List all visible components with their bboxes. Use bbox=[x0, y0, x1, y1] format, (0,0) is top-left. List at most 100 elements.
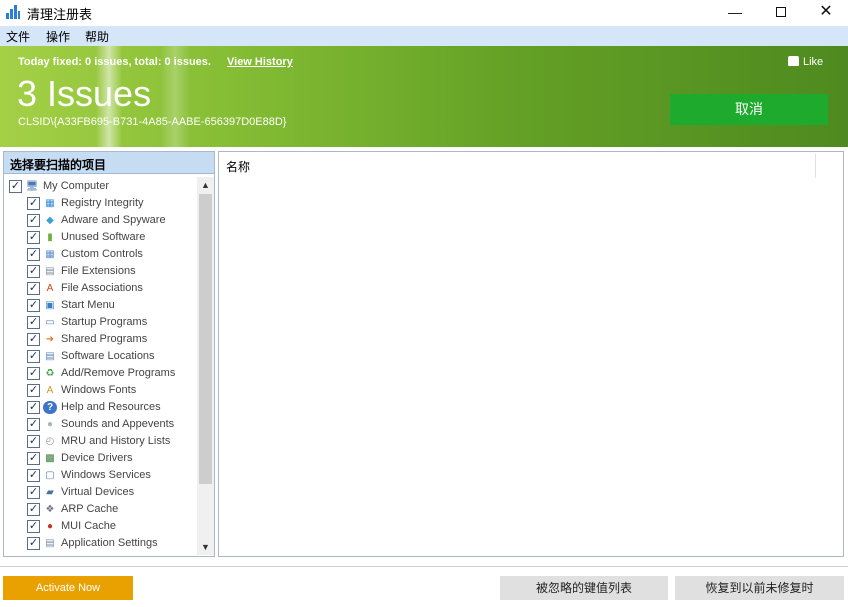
item-checkbox[interactable]: ✓ bbox=[27, 265, 40, 278]
item-checkbox[interactable]: ✓ bbox=[27, 248, 40, 261]
tree-scrollbar[interactable]: ▲ ▼ bbox=[197, 177, 214, 555]
scan-items-title: 选择要扫描的项目 bbox=[10, 156, 106, 173]
recycle-icon: ♻ bbox=[43, 367, 57, 380]
tree-item[interactable]: ✓◆Adware and Spyware bbox=[4, 212, 196, 229]
scroll-thumb[interactable] bbox=[199, 194, 212, 484]
settings-icon: ▤ bbox=[43, 537, 57, 550]
item-checkbox[interactable]: ✓ bbox=[27, 520, 40, 533]
item-checkbox[interactable]: ✓ bbox=[27, 469, 40, 482]
driver-icon: ▩ bbox=[43, 452, 57, 465]
tree-item[interactable]: ✓◴MRU and History Lists bbox=[4, 433, 196, 450]
results-list[interactable]: 名称 bbox=[218, 151, 844, 557]
tree-item-label: Custom Controls bbox=[61, 248, 143, 260]
menu-file[interactable]: 文件 bbox=[6, 28, 30, 45]
tree-item[interactable]: ✓▤ File Extensions bbox=[4, 263, 196, 280]
footer-divider bbox=[0, 566, 848, 567]
title-bar: 清理注册表 — ✕ bbox=[0, 0, 848, 26]
item-checkbox[interactable]: ✓ bbox=[27, 231, 40, 244]
tree-item-label: Registry Integrity bbox=[61, 197, 144, 209]
tree-item-label: Adware and Spyware bbox=[61, 214, 166, 226]
item-checkbox[interactable]: ✓ bbox=[27, 486, 40, 499]
tree-item[interactable]: ✓▤ Software Locations bbox=[4, 348, 196, 365]
today-fixed-text: Today fixed: 0 issues, total: 0 issues. bbox=[18, 56, 211, 68]
scroll-up-arrow-icon[interactable]: ▲ bbox=[197, 177, 214, 193]
font-icon: A bbox=[43, 384, 57, 397]
like-button[interactable]: Like bbox=[788, 56, 823, 68]
tree-item-label: Virtual Devices bbox=[61, 486, 134, 498]
tree-item-label: Start Menu bbox=[61, 299, 115, 311]
tree-item-label: Shared Programs bbox=[61, 333, 147, 345]
tree-item[interactable]: ✓●Sounds and Appevents bbox=[4, 416, 196, 433]
cancel-button[interactable]: 取消 bbox=[670, 94, 828, 125]
tree-item[interactable]: ✓●MUI Cache bbox=[4, 518, 196, 535]
help-icon: ? bbox=[43, 401, 57, 414]
current-key-text: CLSID\{A33FB695-B731-4A85-AABE-656397D0E… bbox=[18, 116, 286, 128]
activate-now-button[interactable]: Activate Now bbox=[3, 576, 133, 600]
tree-item[interactable]: ✓▢ Windows Services bbox=[4, 467, 196, 484]
tree-item-label: Device Drivers bbox=[61, 452, 133, 464]
item-checkbox[interactable]: ✓ bbox=[27, 214, 40, 227]
scan-items-tree[interactable]: ✓🖥My Computer✓▦Registry Integrity✓◆Adwar… bbox=[4, 178, 198, 553]
tree-root-my-computer[interactable]: ✓🖥My Computer bbox=[4, 178, 196, 195]
issues-count-heading: 3 Issues bbox=[17, 73, 151, 115]
tree-item-label: Windows Services bbox=[61, 469, 151, 481]
tree-item[interactable]: ✓▩ Device Drivers bbox=[4, 450, 196, 467]
services-icon: ▢ bbox=[43, 469, 57, 482]
tree-item[interactable]: ✓➜ Shared Programs bbox=[4, 331, 196, 348]
item-checkbox[interactable]: ✓ bbox=[27, 367, 40, 380]
item-checkbox[interactable]: ✓ bbox=[27, 503, 40, 516]
item-checkbox[interactable]: ✓ bbox=[9, 180, 22, 193]
window-icon: ▣ bbox=[43, 299, 57, 312]
item-checkbox[interactable]: ✓ bbox=[27, 384, 40, 397]
window-title: 清理注册表 bbox=[27, 4, 92, 23]
item-checkbox[interactable]: ✓ bbox=[27, 197, 40, 210]
tree-item[interactable]: ✓♻Add/Remove Programs bbox=[4, 365, 196, 382]
share-icon: ➜ bbox=[43, 333, 57, 346]
name-column-header[interactable]: 名称 bbox=[226, 158, 250, 175]
tree-item[interactable]: ✓▮Unused Software bbox=[4, 229, 196, 246]
restore-button[interactable]: 恢复到以前未修复时 bbox=[675, 576, 844, 600]
scan-items-panel: 选择要扫描的项目 ✓🖥My Computer✓▦Registry Integri… bbox=[3, 151, 215, 557]
tree-item-label: Help and Resources bbox=[61, 401, 161, 413]
item-checkbox[interactable]: ✓ bbox=[27, 452, 40, 465]
tree-item[interactable]: ✓? Help and Resources bbox=[4, 399, 196, 416]
tree-item[interactable]: ✓A Windows Fonts bbox=[4, 382, 196, 399]
tree-item-label: ARP Cache bbox=[61, 503, 118, 515]
maximize-button[interactable] bbox=[758, 0, 804, 26]
tree-item-label: Windows Fonts bbox=[61, 384, 136, 396]
tree-item[interactable]: ✓AFile Associations bbox=[4, 280, 196, 297]
item-checkbox[interactable]: ✓ bbox=[27, 316, 40, 329]
view-history-link[interactable]: View History bbox=[227, 56, 293, 68]
ignored-keys-button[interactable]: 被忽略的键值列表 bbox=[500, 576, 668, 600]
like-label: Like bbox=[803, 56, 823, 68]
tree-item-label: File Extensions bbox=[61, 265, 136, 277]
item-checkbox[interactable]: ✓ bbox=[27, 299, 40, 312]
menu-help[interactable]: 帮助 bbox=[85, 28, 109, 45]
item-checkbox[interactable]: ✓ bbox=[27, 333, 40, 346]
tree-item[interactable]: ✓▦Custom Controls bbox=[4, 246, 196, 263]
close-button[interactable]: ✕ bbox=[803, 0, 848, 26]
item-checkbox[interactable]: ✓ bbox=[27, 350, 40, 363]
tree-item[interactable]: ✓▤Application Settings bbox=[4, 535, 196, 552]
item-checkbox[interactable]: ✓ bbox=[27, 537, 40, 550]
item-checkbox[interactable]: ✓ bbox=[27, 418, 40, 431]
tree-item-label: Unused Software bbox=[61, 231, 145, 243]
folder-icon: ▤ bbox=[43, 350, 57, 363]
item-checkbox[interactable]: ✓ bbox=[27, 435, 40, 448]
file-icon: ▤ bbox=[43, 265, 57, 278]
tree-item[interactable]: ✓▣ Start Menu bbox=[4, 297, 196, 314]
registry-icon: ▦ bbox=[43, 197, 57, 210]
tree-item[interactable]: ✓▭Startup Programs bbox=[4, 314, 196, 331]
menu-actions[interactable]: 操作 bbox=[46, 28, 70, 45]
scroll-down-arrow-icon[interactable]: ▼ bbox=[197, 539, 214, 555]
thumbs-up-icon bbox=[788, 56, 799, 66]
tree-item[interactable]: ✓▰Virtual Devices bbox=[4, 484, 196, 501]
item-checkbox[interactable]: ✓ bbox=[27, 282, 40, 295]
item-checkbox[interactable]: ✓ bbox=[27, 401, 40, 414]
minimize-button[interactable]: — bbox=[712, 0, 758, 26]
close-icon: ✕ bbox=[819, 3, 832, 20]
tree-item[interactable]: ✓▦ Registry Integrity bbox=[4, 195, 196, 212]
tree-item[interactable]: ✓❖ARP Cache bbox=[4, 501, 196, 518]
tree-item-label: MRU and History Lists bbox=[61, 435, 170, 447]
tree-item-label: Software Locations bbox=[61, 350, 155, 362]
